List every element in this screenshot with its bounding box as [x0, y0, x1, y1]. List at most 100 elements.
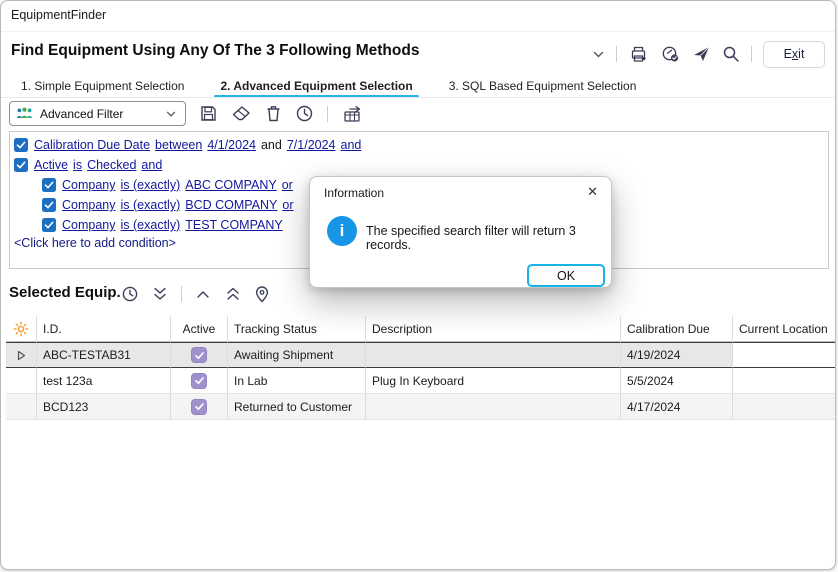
cell-current-location: [733, 368, 836, 394]
title-separator: [1, 31, 835, 32]
save-icon[interactable]: [199, 104, 218, 123]
condition-conjunction-link[interactable]: or: [282, 198, 293, 212]
send-icon[interactable]: [692, 45, 711, 63]
row-selector[interactable]: [6, 368, 37, 394]
cell-active: [171, 394, 228, 420]
condition-operator-link[interactable]: is (exactly): [121, 218, 181, 232]
tab-advanced-selection[interactable]: 2. Advanced Equipment Selection: [218, 79, 414, 98]
condition-conjunction-link[interactable]: and: [141, 158, 162, 172]
condition-checkbox[interactable]: [42, 178, 56, 192]
send-to-grid-icon[interactable]: [341, 104, 364, 124]
column-header-tracking-status[interactable]: Tracking Status: [228, 316, 366, 342]
ok-button[interactable]: OK: [527, 264, 605, 287]
cell-description: [366, 394, 621, 420]
tab-bar-underline: [1, 97, 835, 98]
condition-field-link[interactable]: Active: [34, 158, 68, 172]
equipment-finder-window: EquipmentFinder Find Equipment Using Any…: [0, 0, 836, 570]
condition-checkbox[interactable]: [42, 198, 56, 212]
condition-value-link[interactable]: 7/1/2024: [287, 138, 336, 152]
active-checkbox[interactable]: [191, 347, 207, 363]
condition-value-link[interactable]: 4/1/2024: [207, 138, 256, 152]
row-selector[interactable]: [6, 394, 37, 420]
information-dialog: Information ✕ i The specified search fil…: [309, 176, 612, 288]
double-chevron-up-icon[interactable]: [224, 285, 242, 303]
condition-field-link[interactable]: Company: [62, 198, 116, 212]
cell-calibration-due: 4/19/2024: [621, 342, 733, 368]
tab-sql-selection[interactable]: 3. SQL Based Equipment Selection: [447, 79, 639, 98]
separator: [751, 46, 752, 62]
equipment-grid: I.D. Active Tracking Status Description …: [6, 316, 836, 420]
row-current-triangle-icon: [17, 350, 26, 361]
cell-active: [171, 368, 228, 394]
table-row[interactable]: ABC-TESTAB31 Awaiting Shipment 4/19/2024: [6, 342, 836, 368]
cell-id: test 123a: [37, 368, 171, 394]
filter-toolbar: [199, 101, 364, 126]
condition-checkbox[interactable]: [14, 138, 28, 152]
search-icon[interactable]: [722, 45, 740, 63]
add-condition-link[interactable]: <Click here to add condition>: [14, 236, 176, 250]
eraser-icon[interactable]: [231, 104, 252, 123]
row-selector[interactable]: [6, 342, 37, 368]
condition-value-link[interactable]: TEST COMPANY: [185, 218, 282, 232]
column-header-active[interactable]: Active: [171, 316, 228, 342]
verify-icon[interactable]: [660, 44, 681, 64]
condition-operator-link[interactable]: is (exactly): [121, 198, 181, 212]
sun-icon: [13, 321, 29, 337]
condition-row: Company is (exactly) ABC COMPANY or: [42, 176, 293, 194]
condition-row: Company is (exactly) BCD COMPANY or: [42, 196, 294, 214]
condition-conjunction-link[interactable]: or: [282, 178, 293, 192]
chevron-up-icon[interactable]: [194, 287, 212, 301]
window-title: EquipmentFinder: [11, 8, 106, 22]
dialog-message: The specified search filter will return …: [366, 224, 606, 252]
trash-icon[interactable]: [265, 104, 282, 123]
page-title: Find Equipment Using Any Of The 3 Follow…: [11, 42, 419, 60]
cell-active: [171, 342, 228, 368]
chevron-down-icon[interactable]: [592, 48, 605, 61]
condition-conjunction-link[interactable]: and: [341, 138, 362, 152]
column-header-description[interactable]: Description: [366, 316, 621, 342]
condition-value-link[interactable]: ABC COMPANY: [185, 178, 276, 192]
cell-calibration-due: 5/5/2024: [621, 368, 733, 394]
filter-select-value: Advanced Filter: [40, 107, 158, 121]
people-group-icon: [16, 106, 33, 121]
column-config-button[interactable]: [6, 316, 37, 342]
active-checkbox[interactable]: [191, 399, 207, 415]
cell-tracking-status: Returned to Customer: [228, 394, 366, 420]
cell-id: BCD123: [37, 394, 171, 420]
condition-checkbox[interactable]: [14, 158, 28, 172]
double-chevron-down-icon[interactable]: [151, 285, 169, 303]
column-header-calibration-due[interactable]: Calibration Due: [621, 316, 733, 342]
exit-label: E: [784, 47, 792, 61]
table-row[interactable]: test 123a In Lab Plug In Keyboard 5/5/20…: [6, 368, 836, 394]
active-checkbox[interactable]: [191, 373, 207, 389]
condition-operator-link[interactable]: is (exactly): [121, 178, 181, 192]
condition-value-link[interactable]: BCD COMPANY: [185, 198, 277, 212]
cell-tracking-status: Awaiting Shipment: [228, 342, 366, 368]
tab-simple-selection[interactable]: 1. Simple Equipment Selection: [19, 79, 186, 98]
condition-field-link[interactable]: Company: [62, 178, 116, 192]
table-row[interactable]: BCD123 Returned to Customer 4/17/2024: [6, 394, 836, 420]
condition-field-link[interactable]: Company: [62, 218, 116, 232]
cell-description: Plug In Keyboard: [366, 368, 621, 394]
column-header-id[interactable]: I.D.: [37, 316, 171, 342]
condition-conjunction: and: [261, 138, 282, 152]
condition-operator-link[interactable]: is: [73, 158, 82, 172]
condition-value-link[interactable]: Checked: [87, 158, 136, 172]
history-icon[interactable]: [295, 104, 314, 123]
close-icon[interactable]: ✕: [587, 184, 598, 200]
location-pin-icon[interactable]: [254, 285, 270, 304]
cell-current-location: [733, 342, 836, 368]
cell-description: [366, 342, 621, 368]
print-icon[interactable]: [628, 44, 649, 64]
condition-checkbox[interactable]: [42, 218, 56, 232]
filter-select[interactable]: Advanced Filter: [9, 101, 186, 126]
column-header-current-location[interactable]: Current Location: [733, 316, 836, 342]
header-toolbar: Exit: [592, 39, 825, 69]
grid-header-row: I.D. Active Tracking Status Description …: [6, 316, 836, 342]
exit-button[interactable]: Exit: [763, 41, 825, 68]
condition-row: Active is Checked and: [14, 156, 162, 174]
dialog-title: Information: [324, 186, 384, 200]
condition-field-link[interactable]: Calibration Due Date: [34, 138, 150, 152]
condition-operator-link[interactable]: between: [155, 138, 202, 152]
history-icon[interactable]: [121, 285, 139, 303]
